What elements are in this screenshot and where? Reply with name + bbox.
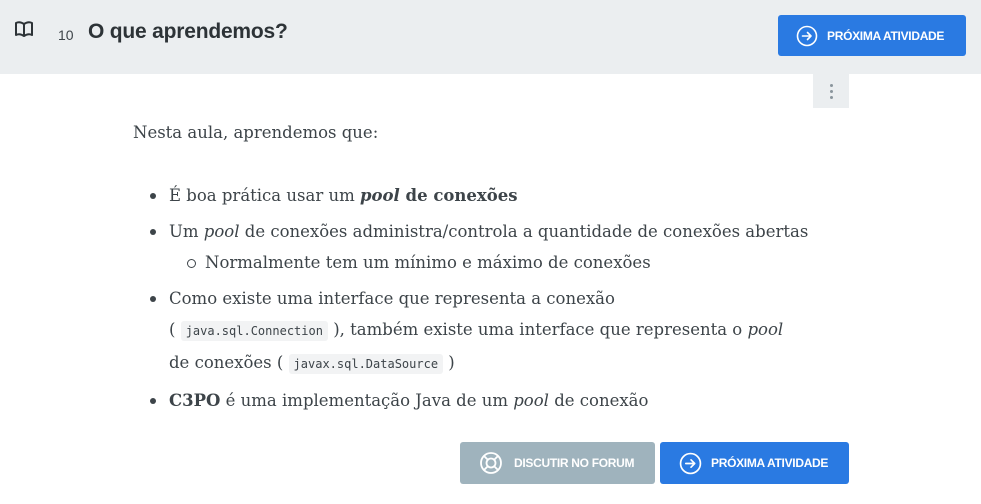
arrow-right-circle-icon <box>679 452 702 474</box>
task-number: 10 <box>58 27 74 43</box>
sub-list-item: Normalmente tem um mínimo e máximo de co… <box>169 247 810 278</box>
code-snippet: java.sql.Connection <box>180 321 328 341</box>
list-item-text: pool <box>747 320 784 339</box>
list-item-text: de conexões <box>399 186 518 205</box>
list-item-text: pool <box>359 186 400 205</box>
kebab-dot <box>829 89 833 93</box>
discuss-forum-button[interactable]: DISCUTIR NO FORUM <box>460 442 655 484</box>
sub-list-item-text: Normalmente tem um mínimo e máximo de co… <box>205 253 651 272</box>
list-item-text: ) <box>448 353 455 372</box>
kebab-dot <box>829 95 833 99</box>
intro-text: Nesta aula, aprendemos que: <box>133 123 379 142</box>
code-snippet: javax.sql.DataSource <box>288 354 444 374</box>
list-item-text: Como existe uma interface que representa… <box>169 289 615 308</box>
summary-list: É boa prática usar um pool de conexões U… <box>150 180 810 416</box>
list-item-text: de conexões ( <box>169 353 284 372</box>
discuss-forum-label: DISCUTIR NO FORUM <box>514 456 635 470</box>
list-item-text: é uma implementação Java de um <box>220 391 514 410</box>
list-item-text: Um <box>169 222 204 241</box>
list-item: É boa prática usar um pool de conexões <box>150 180 810 211</box>
task-header: 10 O que aprendemos? PRÓXIMA ATIVIDADE <box>0 0 981 74</box>
next-activity-button[interactable]: PRÓXIMA ATIVIDADE <box>778 15 966 56</box>
page-title: O que aprendemos? <box>88 20 288 43</box>
list-item: Um pool de conexões administra/controla … <box>150 216 810 278</box>
next-activity-label: PRÓXIMA ATIVIDADE <box>827 28 945 43</box>
list-item-text: ) <box>327 320 340 339</box>
list-item-text: pool <box>513 391 549 410</box>
list-item-text: pool <box>203 222 240 241</box>
list-item-text: ( <box>169 320 181 339</box>
list-item-text: , também existe uma interface que repres… <box>339 320 748 339</box>
lifebuoy-icon <box>480 452 502 474</box>
list-item-text: É boa prática usar um <box>169 186 360 205</box>
more-options-button[interactable] <box>813 74 849 108</box>
list-item-text: de conexão <box>548 391 649 410</box>
book-icon <box>15 21 33 37</box>
next-activity-button-bottom[interactable]: PRÓXIMA ATIVIDADE <box>660 442 849 484</box>
list-item-text: C3PO <box>169 391 221 410</box>
kebab-dot <box>829 83 833 87</box>
arrow-right-circle-icon <box>796 25 818 46</box>
next-activity-label: PRÓXIMA ATIVIDADE <box>711 456 829 470</box>
list-item: Como existe uma interface que representa… <box>150 283 810 380</box>
list-item-text: de conexões administra/controla a quanti… <box>239 222 809 241</box>
list-item: C3PO é uma implementação Java de um pool… <box>150 385 810 416</box>
